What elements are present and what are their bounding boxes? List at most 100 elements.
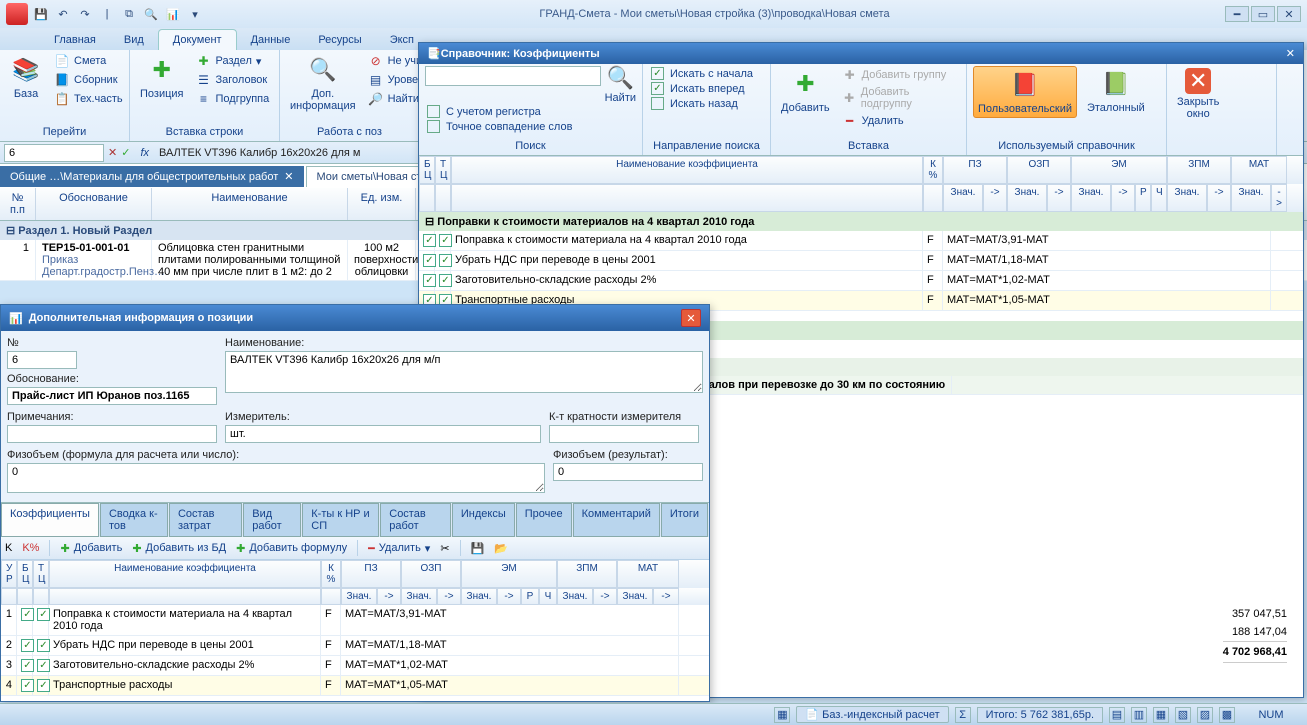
ref-title: Справочник: Коэффициенты <box>441 48 1286 60</box>
copy-icon[interactable]: ⧉ <box>120 5 138 23</box>
view5-icon[interactable]: ▨ <box>1197 707 1213 723</box>
tech-button[interactable]: 📋Тех.часть <box>52 90 125 108</box>
ref-search-input[interactable] <box>425 66 601 86</box>
ref-group-row[interactable]: ⊟ Поправки к стоимости материалов на 4 к… <box>419 212 1303 231</box>
ref-del-button[interactable]: ━Удалить <box>840 112 960 130</box>
obosn-input[interactable] <box>7 387 217 405</box>
ref-begin-checkbox[interactable]: Искать с начала <box>649 66 764 81</box>
view6-icon[interactable]: ▩ <box>1219 707 1235 723</box>
tab-document[interactable]: Документ <box>158 29 237 50</box>
ref-reg-checkbox[interactable]: С учетом регистра <box>425 104 636 119</box>
del-button[interactable]: ━Удалить ▾ <box>368 542 430 555</box>
ref-titlebar[interactable]: 📑 Справочник: Коэффициенты ✕ <box>419 43 1303 64</box>
status-bar: ▦ 📄 Баз.-индексный расчет Σ Итого: 5 762… <box>0 703 1307 725</box>
sigma-icon[interactable]: Σ <box>955 707 971 723</box>
close-button[interactable]: ✕ <box>1277 6 1301 22</box>
ref-exact-checkbox[interactable]: Точное совпадение слов <box>425 119 636 134</box>
position-button[interactable]: ✚Позиция <box>136 52 188 102</box>
dop-tab-index[interactable]: Индексы <box>452 503 515 537</box>
coef-row[interactable]: 2✓✓Убрать НДС при переводе в цены 2001FМ… <box>1 636 709 656</box>
ref-row[interactable]: ✓✓Заготовительно-складские расходы 2%FМА… <box>419 271 1303 291</box>
coef-row-selected[interactable]: 4✓✓Транспортные расходыFМАТ=МАТ*1,05-МАТ <box>1 676 709 696</box>
ref-back-checkbox[interactable]: Искать назад <box>649 96 764 111</box>
base-button[interactable]: 📚База <box>6 52 46 102</box>
ref-row[interactable]: ✓✓Убрать НДС при переводе в цены 2001FМА… <box>419 251 1303 271</box>
save-icon[interactable]: 💾 <box>471 542 485 555</box>
tab-main[interactable]: Главная <box>40 30 110 50</box>
no-input[interactable] <box>7 351 77 369</box>
app-icon[interactable] <box>6 3 28 25</box>
dop-tab-other[interactable]: Прочее <box>516 503 572 537</box>
maximize-button[interactable]: ▭ <box>1251 6 1275 22</box>
ref-close-btn[interactable]: ✕Закрыть окно <box>1173 66 1223 122</box>
calc-mode[interactable]: 📄 Баз.-индексный расчет <box>796 706 948 723</box>
razdel-button[interactable]: ✚Раздел ▾ <box>194 52 272 70</box>
izm-input[interactable] <box>225 425 541 443</box>
accept-icon[interactable]: ✓ <box>121 146 130 159</box>
dop-tab-sostav[interactable]: Состав затрат <box>169 503 242 537</box>
cancel-icon[interactable]: ✕ <box>108 146 117 159</box>
dop-tab-vid[interactable]: Вид работ <box>243 503 301 537</box>
sbornik-button[interactable]: 📘Сборник <box>52 71 125 89</box>
fiz-res-input[interactable] <box>553 463 703 481</box>
dop-tab-coef[interactable]: Коэффициенты <box>1 503 99 537</box>
krat-input[interactable] <box>549 425 699 443</box>
ref-add-button[interactable]: ✚Добавить <box>777 66 834 116</box>
sheet-tab-right[interactable]: Мои сметы\Новая ст <box>306 166 433 187</box>
minimize-button[interactable]: ━ <box>1225 6 1249 22</box>
col-obosn[interactable]: Обоснование <box>36 188 152 220</box>
ref-close-button[interactable]: ✕ <box>1286 47 1295 60</box>
ref-row[interactable]: ✓✓Поправка к стоимости материала на 4 кв… <box>419 231 1303 251</box>
plus-icon: ✚ <box>196 53 212 69</box>
cut-icon[interactable]: ✂ <box>440 542 449 555</box>
save-icon[interactable]: 💾 <box>32 5 50 23</box>
col-npp[interactable]: № п.п <box>0 188 36 220</box>
view1-icon[interactable]: ▤ <box>1109 707 1125 723</box>
dop-tab-svodka[interactable]: Сводка к-тов <box>100 503 168 537</box>
minus-icon: ━ <box>842 113 858 129</box>
dop-tab-sostavr[interactable]: Состав работ <box>380 503 451 537</box>
ref-user-button[interactable]: 📕Пользовательский <box>973 66 1077 118</box>
zagolovok-button[interactable]: ☰Заголовок <box>194 71 272 89</box>
chart-icon[interactable]: 📊 <box>164 5 182 23</box>
tab-data[interactable]: Данные <box>237 30 305 50</box>
dop-tab-comment[interactable]: Комментарий <box>573 503 660 537</box>
dop-titlebar[interactable]: 📊 Дополнительная информация о позиции ✕ <box>1 305 709 331</box>
smeta-button[interactable]: 📄Смета <box>52 52 125 70</box>
coef-row[interactable]: 1✓✓Поправка к стоимости материала на 4 к… <box>1 605 709 636</box>
col-ed[interactable]: Ед. изм. <box>348 188 416 220</box>
close-icon[interactable]: ✕ <box>284 171 293 183</box>
dop-tab-nrsp[interactable]: К-ты к НР и СП <box>302 503 379 537</box>
dop-tab-itogi[interactable]: Итоги <box>661 503 708 537</box>
cell-ref-input[interactable] <box>4 144 104 162</box>
add-button[interactable]: ✚Добавить <box>60 542 122 555</box>
ref-fwd-checkbox[interactable]: Искать вперед <box>649 81 764 96</box>
tab-view[interactable]: Вид <box>110 30 158 50</box>
addbd-button[interactable]: ✚Добавить из БД <box>132 542 226 555</box>
ref-find-button[interactable]: 🔍Найти <box>605 66 636 104</box>
tool-kpercent-icon[interactable]: K% <box>22 542 39 554</box>
open-icon[interactable]: 📂 <box>494 542 508 555</box>
tool-k-icon[interactable]: K <box>5 542 12 554</box>
undo-icon[interactable]: ↶ <box>54 5 72 23</box>
view4-icon[interactable]: ▧ <box>1175 707 1191 723</box>
dop-info-button[interactable]: 🔍Доп. информация <box>286 52 360 114</box>
qat-more-icon[interactable]: ▾ <box>186 5 204 23</box>
layer-icon[interactable]: ▦ <box>774 707 790 723</box>
dop-close-button[interactable]: ✕ <box>681 309 701 327</box>
tab-resources[interactable]: Ресурсы <box>304 30 375 50</box>
fiz-formula-input[interactable]: 0 <box>7 463 545 493</box>
col-name[interactable]: Наименование <box>152 188 348 220</box>
sheet-tab-left[interactable]: Общие …\Материалы для общестроительных р… <box>0 166 304 187</box>
view3-icon[interactable]: ▦ <box>1153 707 1169 723</box>
podgruppa-button[interactable]: ≡Подгруппа <box>194 90 272 108</box>
ref-etalon-button[interactable]: 📗Эталонный <box>1083 66 1149 116</box>
view2-icon[interactable]: ▥ <box>1131 707 1147 723</box>
coef-toolbar: K K% ✚Добавить ✚Добавить из БД ✚Добавить… <box>1 537 709 560</box>
name-textarea[interactable]: ВАЛТЕК VT396 Калибр 16x20x26 для м/п <box>225 351 703 393</box>
redo-icon[interactable]: ↷ <box>76 5 94 23</box>
binoc-icon[interactable]: 🔍 <box>142 5 160 23</box>
coef-row[interactable]: 3✓✓Заготовительно-складские расходы 2%FМ… <box>1 656 709 676</box>
addform-button[interactable]: ✚Добавить формулу <box>236 542 347 555</box>
prim-input[interactable] <box>7 425 217 443</box>
